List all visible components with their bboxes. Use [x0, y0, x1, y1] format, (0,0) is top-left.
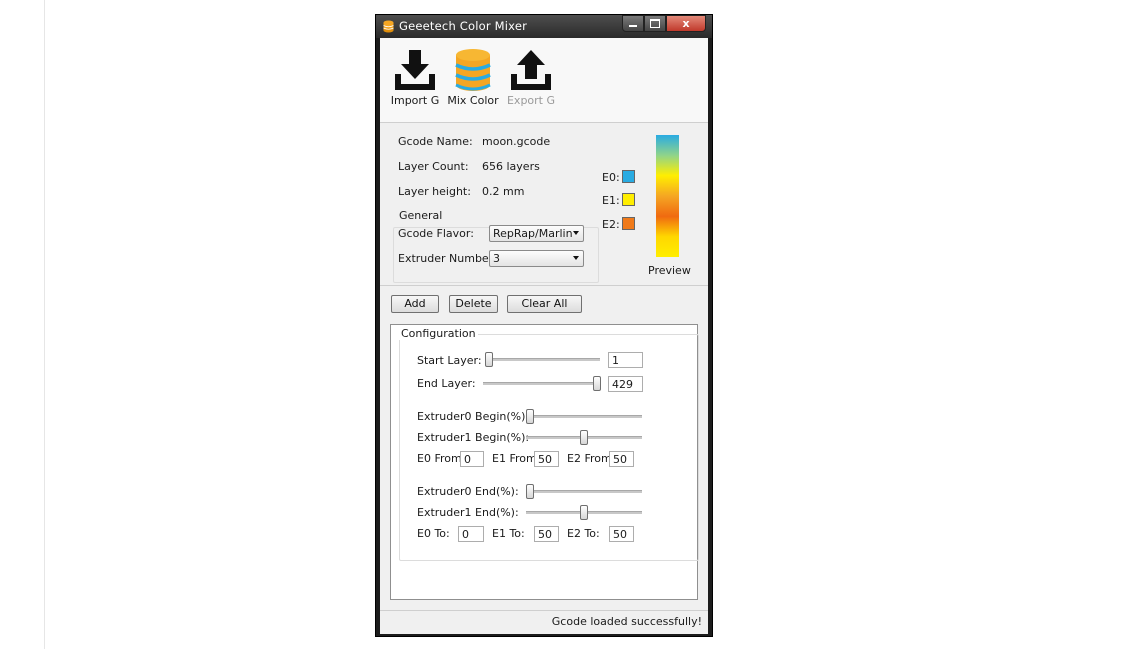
add-button[interactable]: Add: [391, 295, 439, 313]
e0-to-input[interactable]: 0: [458, 526, 484, 542]
clear-all-button[interactable]: Clear All: [507, 295, 582, 313]
extruder0-end-label: Extruder0 End(%):: [417, 485, 519, 498]
configuration-title: Configuration: [399, 327, 478, 340]
layer-height-label: Layer height:: [398, 185, 471, 198]
end-layer-input[interactable]: 429: [608, 376, 643, 392]
e0-to-label: E0 To:: [417, 527, 450, 540]
extruder1-begin-slider-thumb[interactable]: [580, 430, 588, 445]
gcode-info-panel: Gcode Name: moon.gcode Layer Count: 656 …: [380, 123, 708, 284]
download-tray-icon: [395, 50, 435, 90]
configuration-panel: Configuration Start Layer: 1 End Layer: …: [390, 324, 699, 600]
extruder1-end-slider-thumb[interactable]: [580, 505, 588, 520]
title-bar[interactable]: Geeetech Color Mixer x: [376, 15, 712, 38]
close-icon: x: [682, 17, 690, 30]
database-stack-icon: [455, 49, 491, 91]
delete-button[interactable]: Delete: [449, 295, 498, 313]
toolbar: Import G Mix Color Export G: [380, 38, 708, 123]
mix-color-label: Mix Color: [447, 94, 499, 107]
e1-to-input[interactable]: 50: [534, 526, 559, 542]
app-window: Geeetech Color Mixer x Import G Mix Colo…: [375, 14, 713, 637]
export-g-label: Export G: [506, 94, 556, 107]
page-divider: [44, 0, 45, 649]
e2-from-input[interactable]: 50: [609, 451, 634, 467]
window-controls: x: [622, 15, 706, 32]
start-layer-label: Start Layer:: [417, 354, 482, 367]
e1-label: E1:: [602, 194, 620, 207]
e2-label: E2:: [602, 218, 620, 231]
e2-to-label: E2 To:: [567, 527, 600, 540]
gcode-name-value: moon.gcode: [482, 135, 551, 148]
database-app-icon: [383, 20, 394, 33]
end-layer-label: End Layer:: [417, 377, 476, 390]
extruder0-begin-slider-thumb[interactable]: [526, 409, 534, 424]
e0-from-input[interactable]: 0: [460, 451, 484, 467]
e1-from-input[interactable]: 50: [534, 451, 559, 467]
layer-height-value: 0.2 mm: [482, 185, 525, 198]
import-g-button[interactable]: Import G: [387, 48, 443, 112]
extruder-number-label: Extruder Number: [398, 252, 494, 265]
start-layer-slider-thumb[interactable]: [485, 352, 493, 367]
e2-to-input[interactable]: 50: [609, 526, 634, 542]
e1-to-label: E1 To:: [492, 527, 525, 540]
import-g-label: Import G: [390, 94, 440, 107]
layer-count-value: 656 layers: [482, 160, 540, 173]
maximize-icon: [650, 19, 660, 28]
upload-tray-icon: [511, 50, 551, 90]
end-layer-slider-thumb[interactable]: [593, 376, 601, 391]
window-title: Geeetech Color Mixer: [399, 19, 528, 33]
gcode-flavor-value: RepRap/Marlin: [493, 227, 573, 240]
gcode-name-label: Gcode Name:: [398, 135, 473, 148]
layer-count-label: Layer Count:: [398, 160, 469, 173]
preview-label: Preview: [648, 264, 691, 277]
e2-color-swatch[interactable]: [622, 217, 635, 230]
extruder1-begin-label: Extruder1 Begin(%):: [417, 431, 530, 444]
minimize-icon: [629, 25, 637, 27]
extruder1-end-label: Extruder1 End(%):: [417, 506, 519, 519]
gcode-flavor-select[interactable]: RepRap/Marlin: [489, 225, 584, 242]
maximize-button[interactable]: [644, 15, 666, 32]
chevron-down-icon: [573, 231, 579, 235]
e0-from-label: E0 From:: [417, 452, 466, 465]
chevron-down-icon: [573, 256, 579, 260]
status-message: Gcode loaded successfully!: [551, 615, 702, 628]
e0-color-swatch[interactable]: [622, 170, 635, 183]
mix-color-button[interactable]: Mix Color: [445, 48, 501, 112]
extruder0-end-slider-track[interactable]: [526, 490, 642, 493]
color-preview-bar: [656, 135, 679, 257]
start-layer-slider-track[interactable]: [485, 358, 600, 361]
start-layer-input[interactable]: 1: [608, 352, 643, 368]
minimize-button[interactable]: [622, 15, 644, 32]
extruder0-begin-slider-track[interactable]: [526, 415, 642, 418]
divider: [380, 285, 708, 286]
gcode-flavor-label: Gcode Flavor:: [398, 227, 474, 240]
client-area: Import G Mix Color Export G Gcode Name: …: [380, 38, 708, 634]
status-bar: Gcode loaded successfully!: [380, 610, 708, 634]
extruder0-begin-label: Extruder0 Begin(%):: [417, 410, 530, 423]
export-g-button[interactable]: Export G: [503, 48, 559, 112]
e1-color-swatch[interactable]: [622, 193, 635, 206]
extruder-number-select[interactable]: 3: [489, 250, 584, 267]
e0-label: E0:: [602, 171, 620, 184]
general-group-title: General: [398, 209, 444, 222]
end-layer-slider-track[interactable]: [483, 382, 601, 385]
close-button[interactable]: x: [666, 15, 706, 32]
extruder-number-value: 3: [493, 252, 500, 265]
extruder0-end-slider-thumb[interactable]: [526, 484, 534, 499]
